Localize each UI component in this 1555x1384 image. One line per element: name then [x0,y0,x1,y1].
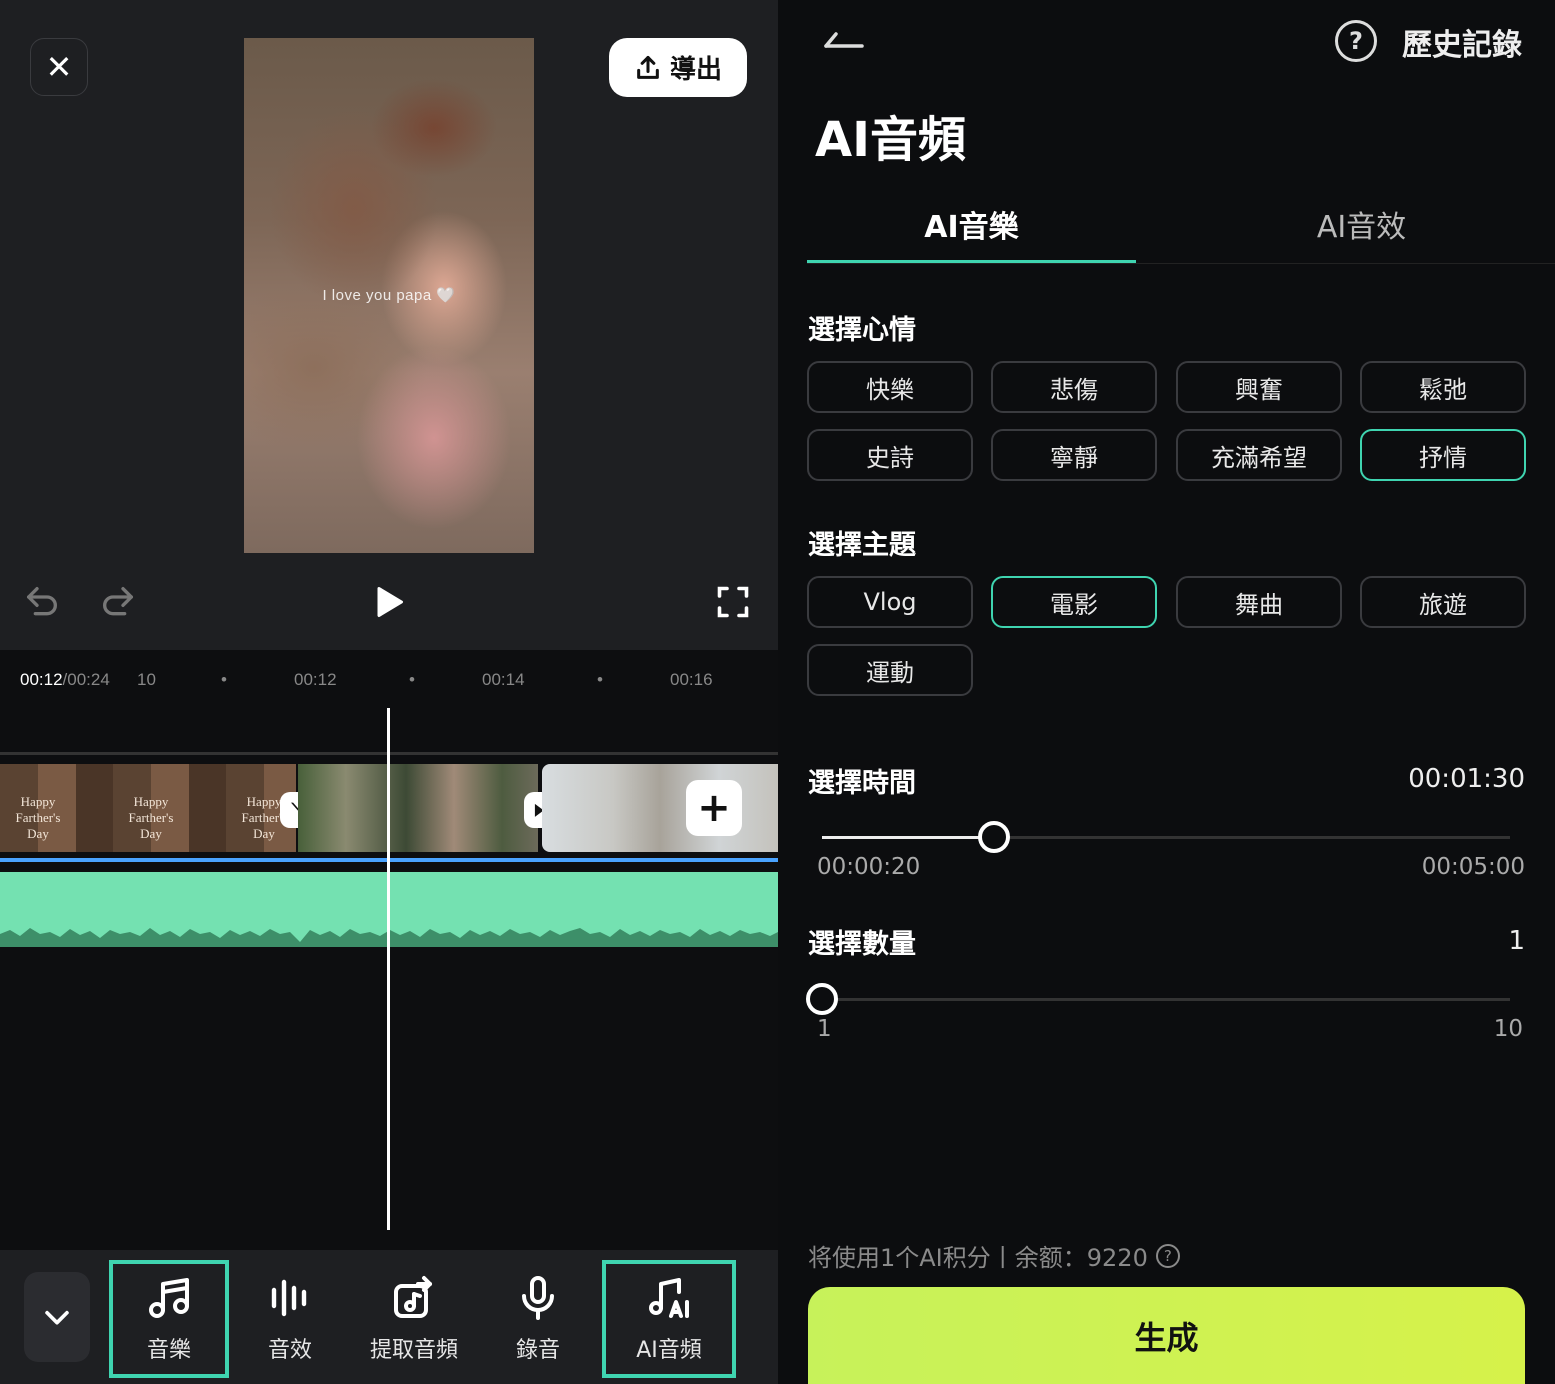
redo-icon [103,587,133,616]
fullscreen-button[interactable] [711,580,755,624]
undo-icon [27,587,57,616]
ai-music-icon [649,1278,689,1318]
sound-bars-icon [271,1279,307,1317]
video-editor: ✕ I love you papa 🤍 導出 00:12/00:24 10 • … [0,0,778,1384]
count-min-label: 1 [817,1016,832,1042]
toolbar-label: 音效 [267,1338,312,1363]
bottom-toolbar: 音樂 音效 提取音頻 錄音 AI音頻 [0,1250,778,1384]
chevron-down-icon [45,1310,69,1325]
microphone-icon [522,1276,554,1320]
toolbar-extract-audio[interactable]: 提取音頻 [354,1260,474,1378]
video-caption: I love you papa 🤍 [322,287,456,304]
total-time: /00:24 [62,670,110,689]
timeline[interactable]: 00:12/00:24 10 • 00:12 • 00:14 • 00:16 H… [0,650,778,1250]
export-button[interactable]: 導出 [609,38,747,97]
duration-value: 00:01:30 [1408,764,1525,794]
duration-max-label: 00:05:00 [1421,854,1525,880]
tab-ai-music[interactable]: AI音樂 [807,202,1136,246]
redo-button[interactable] [96,580,140,624]
frame-counter: 10 [137,670,156,689]
page-title: AI音頻 [815,112,967,168]
preview-area: ✕ I love you papa 🤍 導出 [0,0,778,650]
time-ruler: 00:12/00:24 10 • 00:12 • 00:14 • 00:16 [0,670,778,690]
tick-dot: • [409,670,415,689]
toolbar-sound-effect[interactable]: 音效 [230,1260,350,1378]
music-note-icon [149,1278,189,1318]
extract-audio-icon [394,1276,432,1318]
count-value: 1 [1508,926,1525,956]
playhead[interactable] [387,708,390,1230]
count-max-label: 10 [1493,1016,1523,1042]
plus-icon: + [697,785,731,831]
video-clip[interactable] [298,764,538,852]
mood-section-title: 選擇心情 [808,315,916,346]
tick-dot: • [597,670,603,689]
toolbar-ai-audio[interactable]: AI音頻 [602,1260,736,1378]
current-time: 00:12 [20,670,63,689]
mood-chip-lyrical[interactable]: 抒情 [1360,429,1526,481]
tick-label: 00:14 [482,670,525,689]
slider-knob[interactable] [978,821,1010,853]
generate-button[interactable]: 生成 [808,1287,1525,1384]
help-icon[interactable]: ? [1335,20,1377,62]
theme-chip-sport[interactable]: 運動 [807,644,973,696]
video-clip[interactable]: Happy Farther's Day Happy Farther's Day … [0,764,296,852]
theme-section-title: 選擇主題 [808,530,916,561]
mood-chip-calm[interactable]: 寧靜 [991,429,1157,481]
undo-button[interactable] [20,580,64,624]
mood-chip-happy[interactable]: 快樂 [807,361,973,413]
tick-label: 00:16 [670,670,713,689]
video-preview[interactable]: I love you papa 🤍 [244,38,534,553]
theme-chip-vlog[interactable]: Vlog [807,576,973,628]
theme-chip-travel[interactable]: 旅遊 [1360,576,1526,628]
ai-audio-panel: ? 歷史記錄 AI音頻 AI音樂 AI音效 選擇心情 快樂 悲傷 興奮 鬆弛 史… [778,0,1555,1384]
toolbar-label: 提取音頻 [369,1338,458,1363]
credit-info: 将使用1个AI积分丨余额：9220 ? [808,1238,1180,1273]
play-icon [377,587,403,617]
tab-underline [807,260,1136,263]
mood-chip-hopeful[interactable]: 充滿希望 [1176,429,1342,481]
slider-track [822,998,1510,1001]
tick-dot: • [221,670,227,689]
add-clip-button[interactable]: + [686,780,742,836]
clip-label: Happy Farther's Day [128,794,174,841]
tab-ai-sound-effect[interactable]: AI音效 [1197,202,1526,246]
question-icon[interactable]: ? [1155,1243,1180,1268]
duration-min-label: 00:00:20 [817,854,921,880]
toolbar-record[interactable]: 錄音 [478,1260,598,1378]
upload-icon [637,55,659,79]
duration-section-title: 選擇時間 [808,768,916,799]
count-section-title: 選擇數量 [808,929,916,960]
mood-chip-excited[interactable]: 興奮 [1176,361,1342,413]
slider-knob[interactable] [806,983,838,1015]
history-button[interactable]: 歷史記錄 [1402,20,1522,64]
back-arrow-icon [824,32,864,48]
export-label: 導出 [669,55,722,85]
close-button[interactable]: ✕ [30,38,88,96]
video-clip[interactable] [542,764,778,852]
mood-chip-epic[interactable]: 史詩 [807,429,973,481]
collapse-button[interactable] [24,1272,90,1362]
toolbar-label: 錄音 [515,1338,560,1363]
mood-chip-sad[interactable]: 悲傷 [991,361,1157,413]
toolbar-label: AI音頻 [636,1338,702,1363]
theme-chip-dance[interactable]: 舞曲 [1176,576,1342,628]
credit-text: 将使用1个AI积分丨余额：9220 [808,1244,1148,1272]
toolbar-label: 音樂 [146,1338,191,1363]
back-button[interactable] [820,18,866,58]
slider-fill [822,836,994,839]
tick-label: 00:12 [294,670,337,689]
tab-bar: AI音樂 AI音效 [807,190,1555,264]
mood-chip-relaxed[interactable]: 鬆弛 [1360,361,1526,413]
toolbar-music[interactable]: 音樂 [109,1260,229,1378]
clip-label: Happy Farther's Day [15,794,61,841]
play-button[interactable] [366,580,410,624]
fullscreen-icon [717,586,749,618]
close-icon: ✕ [45,48,73,86]
theme-chip-movie[interactable]: 電影 [991,576,1157,628]
